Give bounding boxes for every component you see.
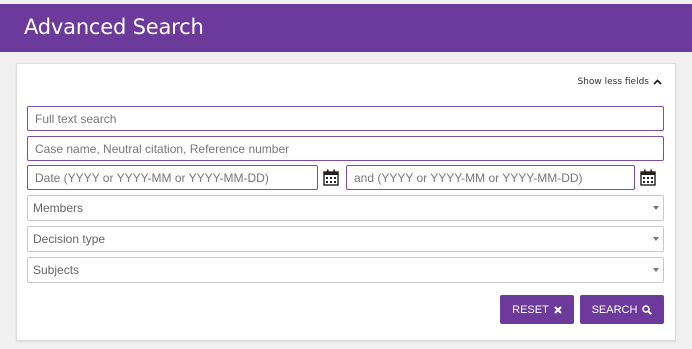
subjects-label: Subjects	[33, 263, 80, 277]
reset-button[interactable]: RESET	[500, 295, 574, 324]
calendar-icon[interactable]	[323, 169, 339, 186]
case-name-input[interactable]: Case name, Neutral citation, Reference n…	[27, 136, 664, 161]
date-to-input[interactable]: and (YYYY or YYYY-MM or YYYY-MM-DD)	[346, 165, 635, 190]
close-icon	[554, 305, 562, 314]
members-select[interactable]: Members	[27, 195, 664, 221]
advanced-search-panel: Show less fields Full text search Case n…	[16, 63, 676, 341]
search-button[interactable]: SEARCH	[580, 295, 664, 324]
members-label: Members	[33, 201, 84, 215]
caret-down-icon	[653, 237, 659, 241]
show-less-fields-toggle[interactable]: Show less fields	[577, 77, 662, 87]
full-text-search-input[interactable]: Full text search	[27, 106, 664, 131]
caret-down-icon	[653, 206, 659, 210]
search-label: SEARCH	[591, 303, 638, 316]
calendar-icon[interactable]	[640, 169, 656, 186]
decision-type-label: Decision type	[33, 232, 106, 246]
date-from-placeholder: Date (YYYY or YYYY-MM or YYYY-MM-DD)	[35, 170, 269, 185]
search-icon	[642, 304, 653, 315]
date-to-placeholder: and (YYYY or YYYY-MM or YYYY-MM-DD)	[354, 170, 583, 185]
subjects-select[interactable]: Subjects	[27, 257, 664, 283]
case-name-placeholder: Case name, Neutral citation, Reference n…	[35, 141, 290, 156]
caret-down-icon	[653, 268, 659, 272]
toggle-label: Show less fields	[577, 77, 649, 87]
chevron-up-icon	[653, 79, 662, 85]
reset-label: RESET	[512, 303, 549, 316]
page-title: Advanced Search	[24, 15, 204, 39]
page-header: Advanced Search	[0, 4, 692, 52]
date-from-input[interactable]: Date (YYYY or YYYY-MM or YYYY-MM-DD)	[27, 165, 318, 190]
full-text-placeholder: Full text search	[35, 111, 117, 126]
decision-type-select[interactable]: Decision type	[27, 226, 664, 252]
